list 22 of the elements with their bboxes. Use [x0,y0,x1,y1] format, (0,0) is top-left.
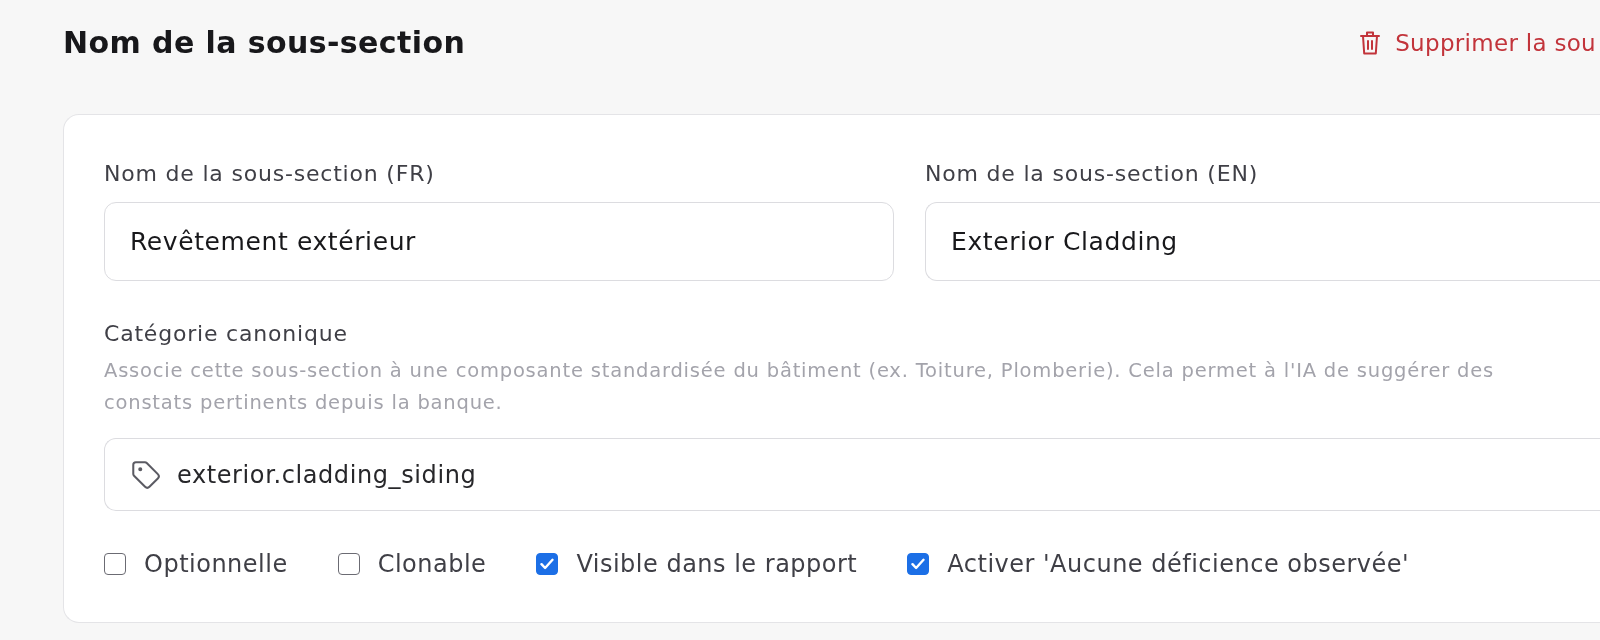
checkbox-label[interactable]: Clonable [377,549,487,579]
checkmark-icon [911,558,926,570]
checkbox[interactable] [536,553,559,575]
text-field[interactable]: Revêtement extérieur [104,202,894,281]
delete-button[interactable]: Supprimer la sou [1359,28,1596,58]
category-field[interactable]: exterior.cladding_siding [104,438,1600,511]
checkbox-label[interactable]: Visible dans le rapport [576,549,858,579]
field-label: Catégorie canonique [104,320,348,348]
checkmark-icon [540,558,555,570]
checkbox[interactable] [337,553,360,575]
trash-icon [1359,30,1382,56]
checkbox[interactable] [104,553,126,575]
help-text: Associe cette sous-section à une composante standardisée du bâtiment (ex. Toiture, Plomberie). Cela permet à l'IA de suggérer des [104,358,1495,384]
field-label: Nom de la sous-section (EN) [925,160,1259,188]
section-title: Nom de la sous-section [63,24,466,62]
checkbox-label[interactable]: Optionnelle [144,549,288,579]
field-label: Nom de la sous-section (FR) [104,160,435,188]
text-field[interactable]: Exterior Cladding [925,202,1600,281]
tag-icon [132,460,160,489]
help-text: constats pertinents depuis la banque. [104,390,503,416]
checkbox-label[interactable]: Activer 'Aucune déficience observée' [947,549,1410,579]
checkbox[interactable] [907,553,930,575]
